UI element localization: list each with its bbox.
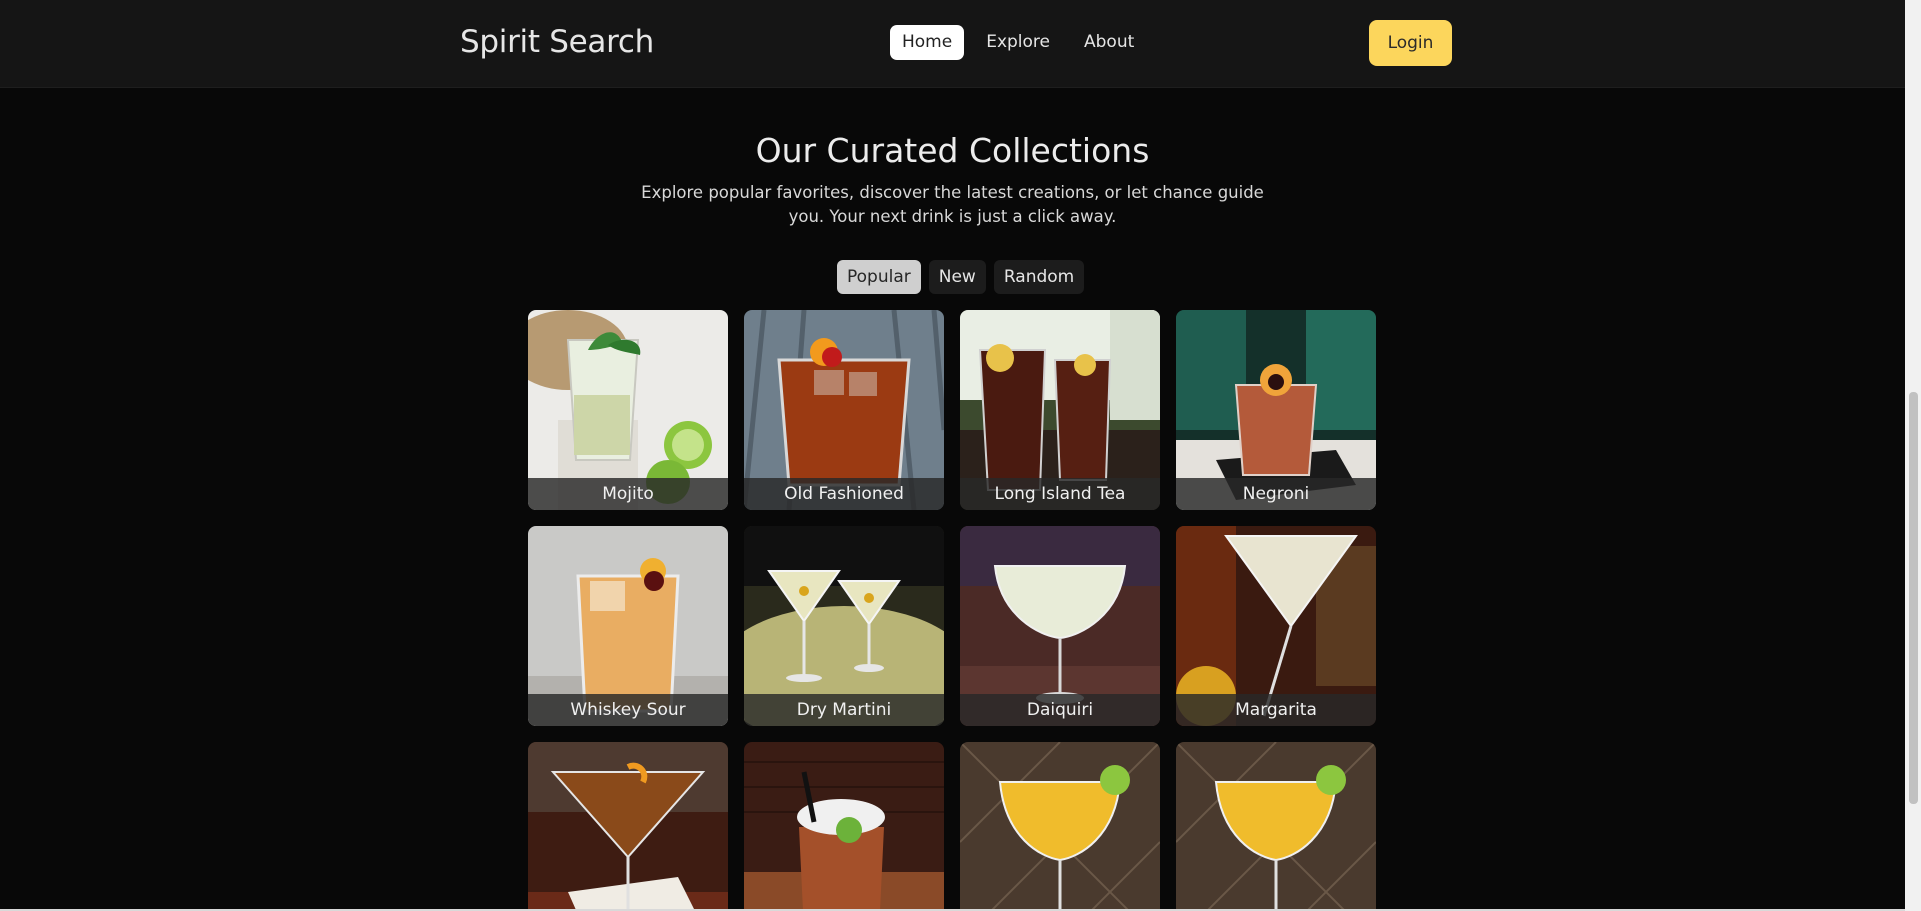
nav-about[interactable]: About (1072, 25, 1146, 60)
tab-new[interactable]: New (928, 260, 986, 294)
nav-home[interactable]: Home (890, 25, 965, 60)
drink-card-mojito[interactable]: Mojito (528, 310, 728, 510)
scrollbar-thumb[interactable] (1909, 392, 1918, 804)
copper-mug-lime-icon (744, 742, 944, 911)
app-root: Spirit Search Home Explore About Login O… (0, 0, 1905, 911)
coupe-glass-lime-icon (1176, 742, 1376, 911)
tab-popular[interactable]: Popular (837, 260, 921, 294)
drink-name: Margarita (1176, 694, 1376, 726)
collection-tabs: Popular New Random (837, 260, 1085, 294)
drink-card-whiskey-sour[interactable]: Whiskey Sour (528, 526, 728, 726)
drink-name: Daiquiri (960, 694, 1160, 726)
page-title: Our Curated Collections (755, 131, 1150, 170)
coupe-glass-lime-icon (960, 742, 1160, 911)
drink-card[interactable] (960, 742, 1160, 911)
drink-card[interactable] (1176, 742, 1376, 911)
drink-name: Old Fashioned (744, 478, 944, 510)
drink-card-old-fashioned[interactable]: Old Fashioned (744, 310, 944, 510)
nav-explore[interactable]: Explore (974, 25, 1062, 60)
drink-card-dry-martini[interactable]: Dry Martini (744, 526, 944, 726)
drink-card[interactable] (744, 742, 944, 911)
drink-grid: Mojito Old Fashioned Long Island Tea Neg… (528, 310, 1377, 911)
drink-name: Long Island Tea (960, 478, 1160, 510)
drink-card-margarita[interactable]: Margarita (1176, 526, 1376, 726)
drink-card-long-island-tea[interactable]: Long Island Tea (960, 310, 1160, 510)
brand-logo[interactable]: Spirit Search (460, 24, 654, 60)
vertical-scrollbar[interactable] (1905, 0, 1921, 911)
drink-card[interactable] (528, 742, 728, 911)
drink-name: Dry Martini (744, 694, 944, 726)
page-subtitle: Explore popular favorites, discover the … (641, 183, 1264, 226)
drink-name: Negroni (1176, 478, 1376, 510)
main-nav: Home Explore About (890, 25, 1146, 60)
top-navbar: Spirit Search Home Explore About Login (0, 0, 1905, 88)
martini-glass-orange-peel-icon (528, 742, 728, 911)
tab-random[interactable]: Random (993, 260, 1085, 294)
drink-name: Whiskey Sour (528, 694, 728, 726)
drink-card-daiquiri[interactable]: Daiquiri (960, 526, 1160, 726)
login-button[interactable]: Login (1369, 20, 1452, 66)
drink-name: Mojito (528, 478, 728, 510)
drink-card-negroni[interactable]: Negroni (1176, 310, 1376, 510)
